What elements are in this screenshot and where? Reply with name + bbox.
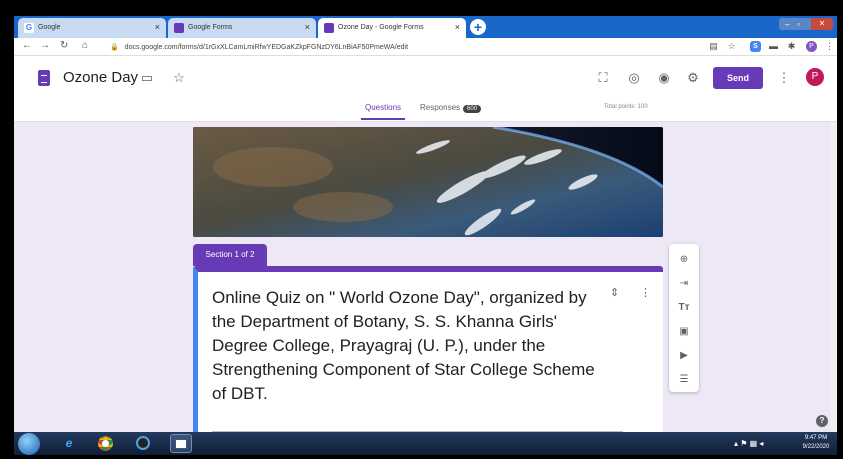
close-icon[interactable]: × [455, 22, 460, 32]
add-video-icon[interactable]: ▶ [678, 350, 690, 362]
address-bar-row: ← → ↻ ⌂ 🔒 docs.google.com/forms/d/1rGxXL… [14, 38, 837, 56]
minimize-icon[interactable]: ‒ [785, 20, 789, 29]
form-editor-canvas: Section 1 of 2 Online Quiz on " World Oz… [14, 122, 837, 436]
browser-tab-google[interactable]: G Google × [18, 18, 166, 38]
browser-menu-icon[interactable]: ⋮ [824, 41, 835, 52]
add-title-icon[interactable]: Tт [678, 302, 690, 314]
screen: G Google × Google Forms × Ozone Day - Go… [0, 0, 843, 459]
import-questions-icon[interactable]: ⇥ [678, 278, 690, 290]
section-more-icon[interactable]: ⋮ [640, 286, 651, 299]
reload-icon[interactable]: ↻ [60, 40, 68, 51]
preview-eye-icon[interactable]: ◉ [656, 70, 672, 86]
avatar[interactable]: P [806, 68, 824, 86]
forms-document-icon[interactable] [38, 70, 50, 86]
browser-tab-ozone-day[interactable]: Ozone Day - Google Forms × [318, 18, 466, 38]
clock-time: 9:47 PM [804, 435, 828, 441]
add-image-icon[interactable]: ▣ [678, 326, 690, 338]
tab-label: Google Forms [188, 24, 233, 31]
total-points: Total points: 100 [604, 104, 648, 110]
scrollbar[interactable] [831, 122, 837, 432]
screen-border-right [837, 0, 843, 459]
form-title[interactable]: Ozone Day [63, 69, 138, 86]
cast-icon[interactable]: ▬ [768, 41, 779, 52]
tab-questions[interactable]: Questions [360, 103, 406, 120]
extension-icon[interactable]: S [750, 41, 761, 52]
extensions-puzzle-icon[interactable]: ✱ [786, 41, 797, 52]
tab-responses-label: Responses [420, 103, 461, 112]
header-image [193, 127, 663, 237]
folder-icon[interactable]: ▭ [139, 70, 155, 86]
screen-border-bottom [0, 455, 843, 459]
add-question-icon[interactable]: ⊕ [678, 254, 690, 266]
forms-icon [174, 23, 184, 33]
home-icon[interactable]: ⌂ [82, 40, 88, 51]
media-player-icon[interactable] [132, 434, 154, 453]
forms-icon [324, 23, 334, 33]
tab-label: Google [38, 24, 61, 31]
settings-gear-icon[interactable]: ⚙ [685, 70, 701, 86]
help-icon[interactable]: ? [816, 415, 828, 427]
clock-date: 9/22/2020 [802, 444, 830, 450]
send-button[interactable]: Send [713, 67, 763, 89]
internet-explorer-icon[interactable]: e [58, 434, 80, 453]
close-icon[interactable]: × [155, 22, 160, 32]
start-button[interactable] [18, 433, 40, 455]
more-options-icon[interactable]: ⋮ [776, 70, 792, 86]
screen-border-top [0, 0, 843, 16]
tab-label: Ozone Day - Google Forms [338, 24, 424, 31]
section-title[interactable]: Online Quiz on " World Ozone Day", organ… [212, 286, 607, 406]
close-window-icon[interactable]: ✕ [811, 18, 833, 30]
lock-icon: 🔒 [110, 44, 119, 51]
taskbar-app-icon[interactable] [170, 434, 192, 453]
clock[interactable]: 9:47 PM 9/22/2020 [801, 434, 831, 452]
screen-border-left [0, 0, 14, 459]
addon-puzzle-icon[interactable]: ⛶ [595, 70, 611, 86]
back-arrow-icon[interactable]: ← [22, 40, 32, 51]
forms-header: Ozone Day ▭ ☆ ⛶ ◎ ◉ ⚙ Send ⋮ P Questions… [14, 57, 837, 122]
question-toolbar: ⊕ ⇥ Tт ▣ ▶ ☰ [669, 244, 699, 392]
maximize-icon[interactable]: ▫ [797, 20, 800, 29]
responses-count-badge: 600 [463, 105, 482, 113]
browser-tab-strip: G Google × Google Forms × Ozone Day - Go… [14, 16, 837, 38]
add-section-icon[interactable]: ☰ [678, 374, 690, 386]
bookmark-star-icon[interactable]: ☆ [726, 41, 737, 52]
system-tray-icons[interactable]: ▴ ⚑ ▦ ◂ [734, 439, 763, 448]
close-icon[interactable]: × [305, 22, 310, 32]
section-label: Section 1 of 2 [193, 244, 267, 266]
window-controls: ‒ ▫ ✕ [779, 18, 833, 30]
palette-icon[interactable]: ◎ [626, 70, 642, 86]
url-field[interactable]: 🔒 docs.google.com/forms/d/1rGxXLCamLmiRf… [110, 43, 408, 51]
new-tab-button[interactable]: + [470, 19, 486, 35]
tab-responses[interactable]: Responses 600 [420, 103, 482, 113]
google-icon: G [24, 23, 34, 33]
forward-arrow-icon[interactable]: → [40, 40, 50, 51]
browser-tab-google-forms[interactable]: Google Forms × [168, 18, 316, 38]
section-header-card[interactable]: Online Quiz on " World Ozone Day", organ… [193, 266, 663, 436]
profile-icon[interactable]: P [806, 41, 817, 52]
chrome-icon[interactable] [94, 434, 116, 453]
star-icon[interactable]: ☆ [171, 70, 187, 86]
url-text: docs.google.com/forms/d/1rGxXLCamLmiRfwY… [124, 44, 409, 51]
collapse-icon[interactable]: ⇕ [610, 286, 619, 299]
translate-icon[interactable]: ▤ [708, 41, 719, 52]
windows-taskbar: e ▴ ⚑ ▦ ◂ 9:47 PM 9/22/2020 [14, 432, 837, 455]
